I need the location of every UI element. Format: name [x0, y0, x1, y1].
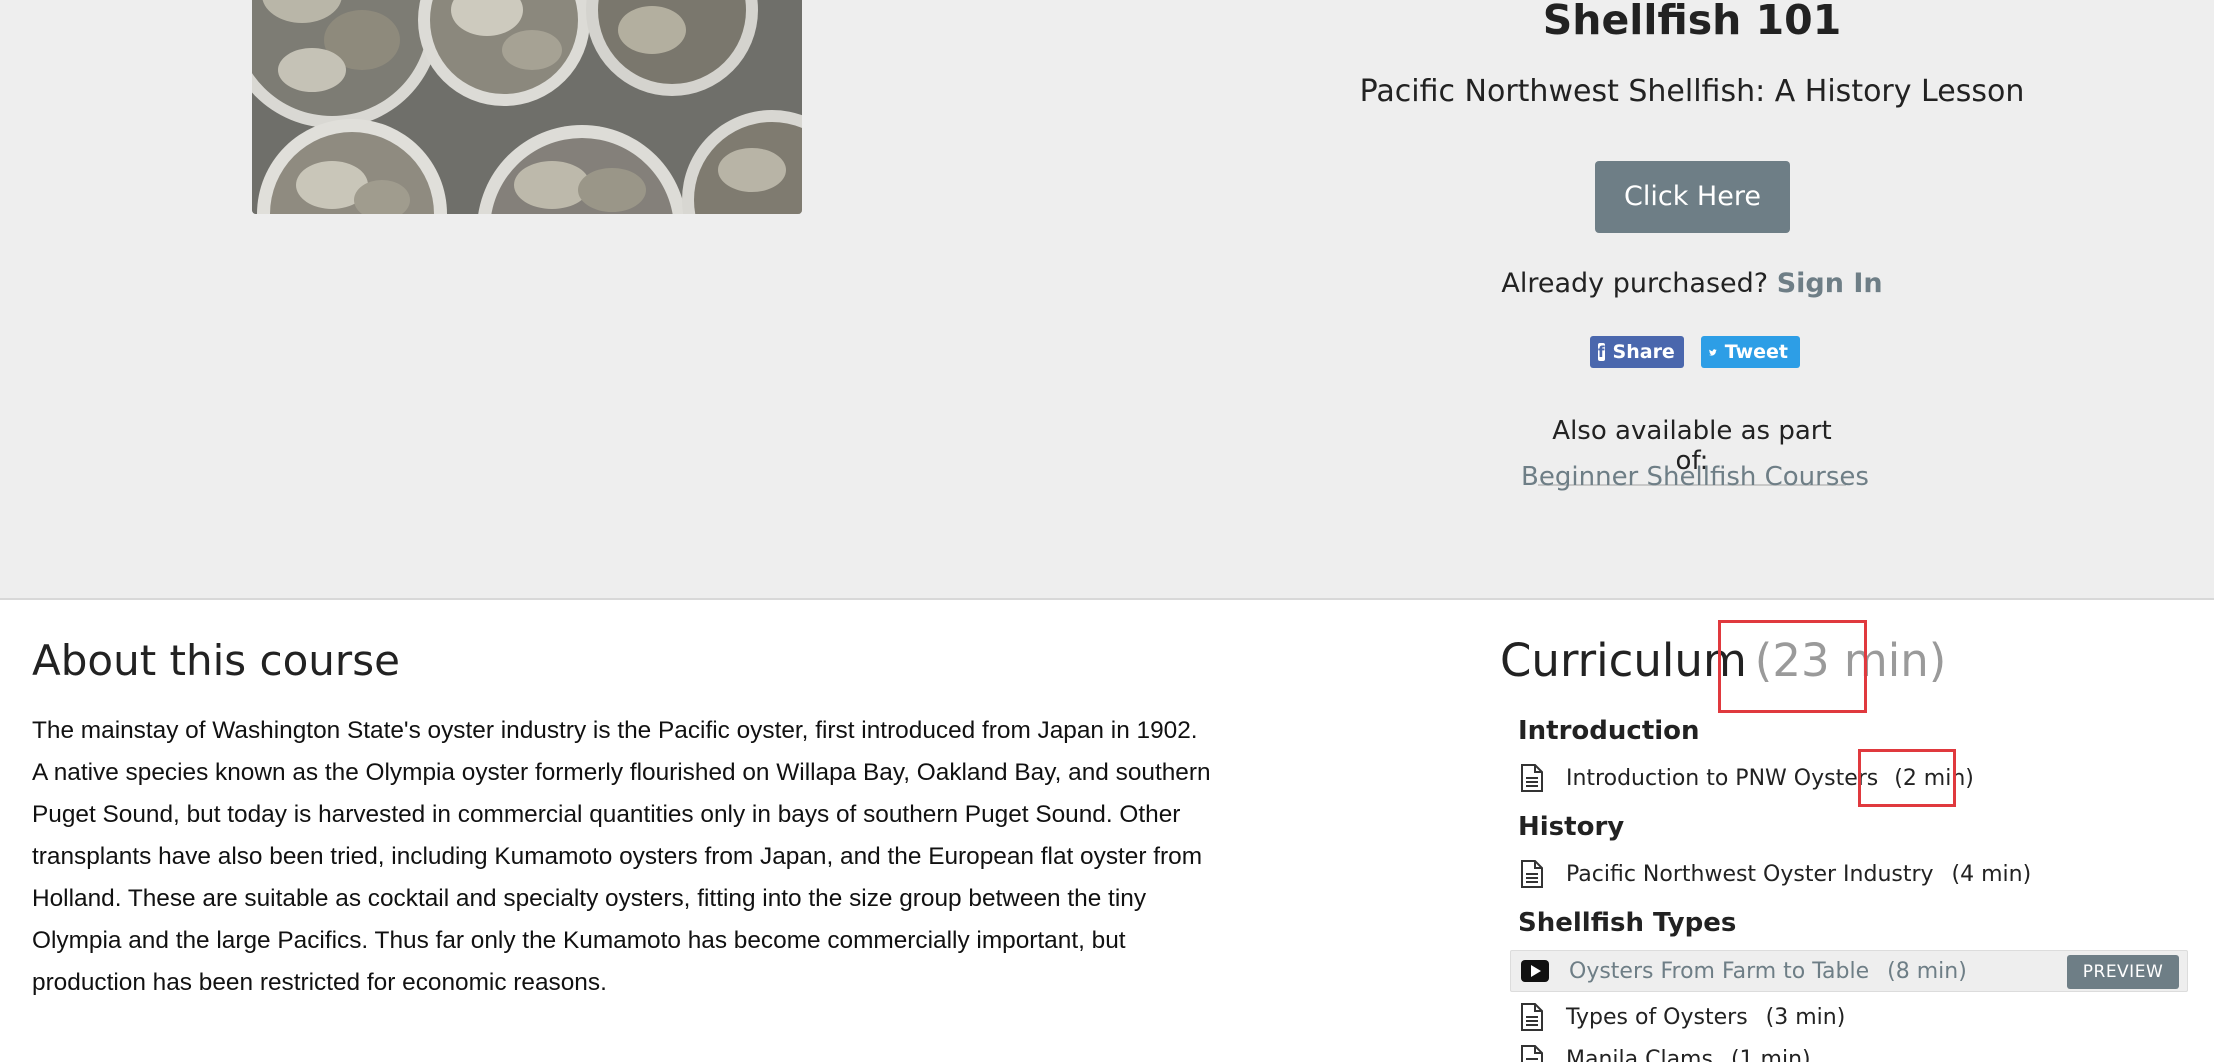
- document-icon: [1521, 860, 1543, 888]
- lecture-title: Introduction to PNW Oysters: [1566, 765, 1879, 791]
- already-purchased-text: Already purchased?: [1501, 268, 1769, 299]
- curriculum-title: Curriculum: [1500, 634, 1747, 687]
- section-title-history: History: [1518, 812, 1625, 842]
- twitter-bird-icon: [1709, 348, 1717, 356]
- facebook-icon: f: [1598, 343, 1605, 361]
- lecture-title: Oysters From Farm to Table: [1569, 958, 1870, 984]
- document-icon: [1521, 1003, 1543, 1031]
- lecture-duration: (1 min): [1730, 1046, 1811, 1062]
- lecture-duration: (4 min): [1951, 861, 2032, 887]
- course-title: Shellfish 101: [1542, 0, 1842, 44]
- lecture-duration-highlight-box: [1858, 749, 1956, 807]
- video-play-icon: [1521, 960, 1549, 982]
- lecture-row[interactable]: Introduction to PNW Oysters (2 min): [1510, 757, 2188, 799]
- course-image-oysters: [252, 0, 802, 214]
- course-subtitle: Pacific Northwest Shellfish: A History L…: [1359, 74, 2025, 109]
- lecture-title: Pacific Northwest Oyster Industry: [1566, 861, 1934, 887]
- course-hero: Shellfish 101 Pacific Northwest Shellfis…: [0, 0, 2214, 600]
- description-line: Puget Sound, but today is harvested in c…: [32, 801, 1181, 828]
- section-title-introduction: Introduction: [1518, 716, 1700, 746]
- lecture-duration: (3 min): [1765, 1004, 1846, 1030]
- preview-button[interactable]: PREVIEW: [2067, 955, 2179, 989]
- total-duration-highlight-box: [1718, 620, 1867, 713]
- about-course-description: The mainstay of Washington State's oyste…: [32, 710, 1312, 1004]
- document-icon: [1521, 1045, 1543, 1062]
- lecture-duration: (8 min): [1887, 958, 1967, 984]
- social-share-row: f Share Tweet: [1590, 336, 1800, 368]
- document-icon: [1521, 764, 1543, 792]
- section-title-shellfish-types: Shellfish Types: [1518, 908, 1737, 938]
- description-line: The mainstay of Washington State's oyste…: [32, 717, 1198, 744]
- lecture-row[interactable]: Manila Clams (1 min): [1510, 1038, 2188, 1062]
- description-line: Holland. These are suitable as cocktail …: [32, 885, 1147, 912]
- already-purchased-row: Already purchased? Sign In: [1250, 268, 2134, 299]
- lecture-title: Types of Oysters: [1566, 1004, 1748, 1030]
- facebook-share-label: Share: [1612, 341, 1675, 363]
- lecture-title: Manila Clams: [1566, 1046, 1713, 1062]
- lecture-row[interactable]: Types of Oysters (3 min): [1510, 996, 2188, 1038]
- twitter-tweet-label: Tweet: [1724, 341, 1788, 363]
- description-line: transplants have also been tried, includ…: [32, 843, 1203, 870]
- bundle-link-beginner-shellfish[interactable]: Beginner Shellfish Courses: [1520, 462, 1870, 492]
- facebook-share-button[interactable]: f Share: [1590, 336, 1684, 368]
- description-line: production has been restricted for econo…: [32, 969, 607, 996]
- twitter-tweet-button[interactable]: Tweet: [1701, 336, 1800, 368]
- about-course-heading: About this course: [32, 636, 400, 685]
- sign-in-link[interactable]: Sign In: [1777, 268, 1883, 299]
- description-line: A native species known as the Olympia oy…: [32, 759, 1211, 786]
- description-line: Olympia and the large Pacifics. Thus far…: [32, 927, 1126, 954]
- lecture-row-preview[interactable]: Oysters From Farm to Table (8 min) PREVI…: [1510, 950, 2188, 992]
- lecture-row[interactable]: Pacific Northwest Oyster Industry (4 min…: [1510, 853, 2188, 895]
- enroll-button[interactable]: Click Here: [1595, 161, 1790, 233]
